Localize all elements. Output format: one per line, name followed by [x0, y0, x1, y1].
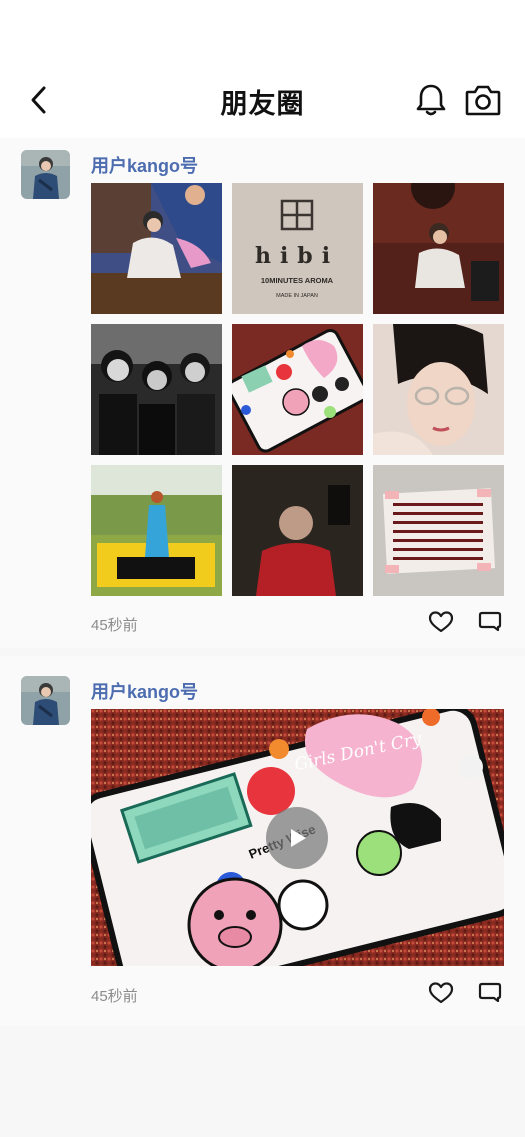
- post-time: 45秒前: [91, 617, 138, 634]
- comment-button[interactable]: [478, 610, 504, 634]
- grid-image[interactable]: [373, 183, 504, 314]
- username[interactable]: 用户kango号: [91, 678, 198, 704]
- avatar-image: [21, 150, 70, 199]
- play-icon: [291, 829, 306, 847]
- comment-icon: [478, 982, 502, 1003]
- camera-icon: [465, 85, 501, 116]
- grid-brand-origin: MADE IN JAPAN: [276, 293, 318, 299]
- avatar[interactable]: [21, 150, 70, 199]
- like-button[interactable]: [428, 610, 454, 634]
- username[interactable]: 用户kango号: [91, 152, 198, 178]
- post: 用户kango号 hibi 10MINUTES AROMA MADE IN JA…: [0, 138, 525, 648]
- post: 用户kango号 Girls Don't Cry Pretty 45秒前: [0, 656, 525, 1026]
- post-time: 45秒前: [91, 988, 138, 1005]
- comment-icon: [478, 611, 502, 632]
- image-grid: hibi 10MINUTES AROMA MADE IN JAPAN: [91, 183, 504, 596]
- notifications-button[interactable]: [414, 82, 448, 118]
- like-button[interactable]: [428, 981, 454, 1005]
- camera-button[interactable]: [464, 82, 502, 118]
- top-bar: 朋友圈: [0, 0, 525, 138]
- grid-image[interactable]: [91, 324, 222, 455]
- grid-image[interactable]: [373, 465, 504, 596]
- grid-image[interactable]: [232, 465, 363, 596]
- grid-image[interactable]: [232, 324, 363, 455]
- bell-icon: [416, 84, 446, 116]
- grid-image[interactable]: [91, 465, 222, 596]
- avatar[interactable]: [21, 676, 70, 725]
- play-button[interactable]: [266, 807, 328, 869]
- heart-icon: [428, 611, 454, 633]
- avatar-image: [21, 676, 70, 725]
- grid-image[interactable]: [91, 183, 222, 314]
- grid-image[interactable]: [373, 324, 504, 455]
- moments-feed: 用户kango号 hibi 10MINUTES AROMA MADE IN JA…: [0, 138, 525, 1026]
- grid-brand-sub: 10MINUTES AROMA: [261, 276, 334, 285]
- grid-brand-text: hibi: [255, 243, 339, 269]
- comment-button[interactable]: [478, 981, 504, 1005]
- grid-image[interactable]: hibi 10MINUTES AROMA MADE IN JAPAN: [232, 183, 363, 314]
- video-thumbnail[interactable]: Girls Don't Cry Pretty Wise: [91, 709, 504, 966]
- heart-icon: [428, 982, 454, 1004]
